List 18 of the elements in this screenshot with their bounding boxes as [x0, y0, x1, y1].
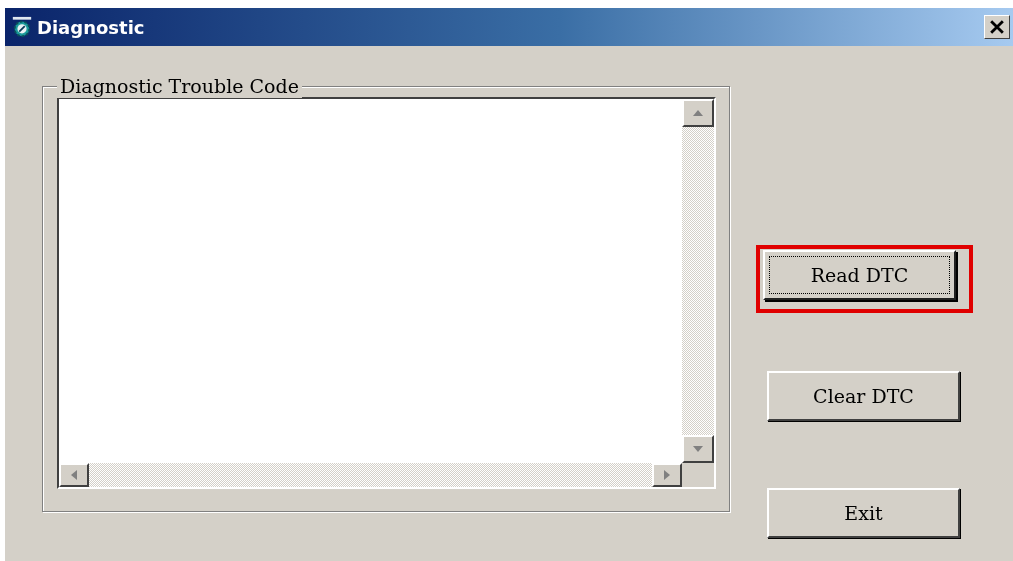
left-arrow-icon: [71, 470, 77, 480]
close-button[interactable]: [984, 15, 1010, 39]
action-button[interactable]: Read DTC: [763, 250, 956, 300]
scroll-down-button[interactable]: [682, 435, 714, 463]
window-title: Diagnostic: [37, 16, 145, 38]
vertical-scrollbar[interactable]: [682, 99, 714, 463]
up-arrow-icon: [693, 110, 703, 116]
close-icon: [990, 20, 1004, 34]
scrollbar-corner: [682, 463, 714, 487]
horizontal-scrollbar[interactable]: [59, 463, 682, 487]
down-arrow-icon: [693, 446, 703, 452]
action-button[interactable]: Exit: [767, 488, 960, 538]
gear-icon: [11, 16, 33, 38]
scroll-left-button[interactable]: [59, 463, 89, 487]
action-button[interactable]: Clear DTC: [767, 371, 960, 421]
scroll-up-button[interactable]: [682, 99, 714, 127]
scroll-right-button[interactable]: [652, 463, 682, 487]
right-arrow-icon: [664, 470, 670, 480]
